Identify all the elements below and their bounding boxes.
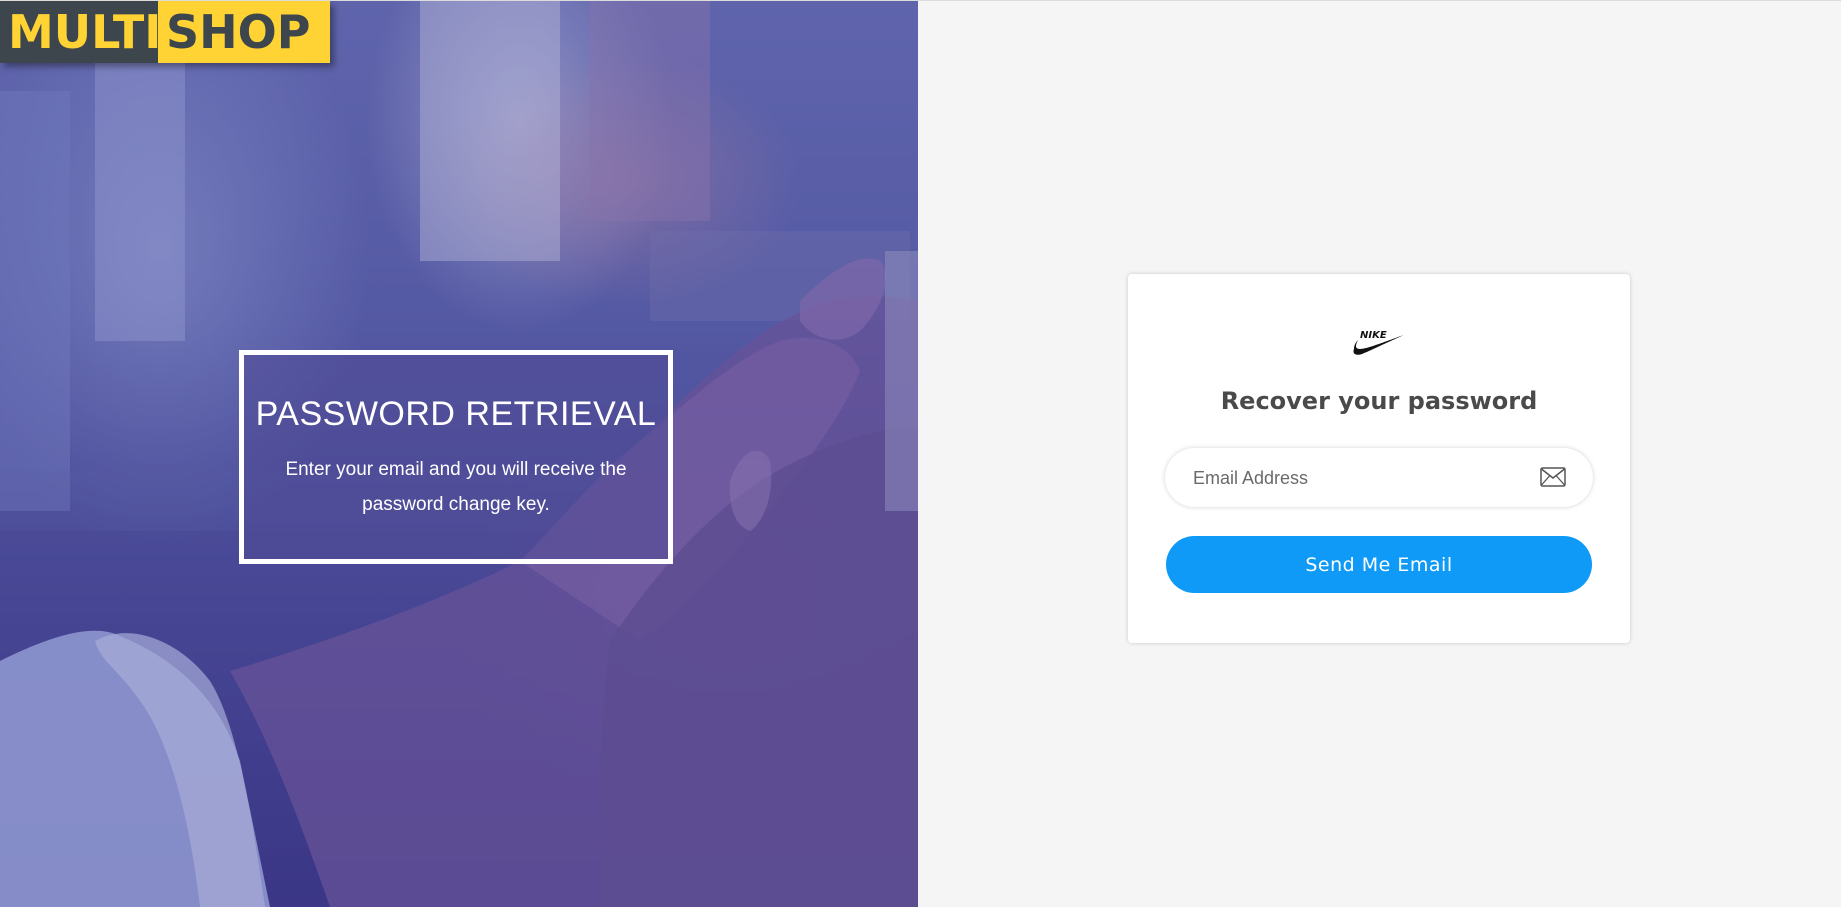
send-email-button[interactable]: Send Me Email [1166,536,1592,593]
hero-description: Enter your email and you will receive th… [285,459,627,515]
email-input[interactable] [1191,448,1525,509]
email-field[interactable] [1165,448,1593,509]
brand-text: NIKE [1360,330,1387,341]
envelope-icon [1540,467,1566,487]
nike-swoosh-icon: NIKE [1353,330,1404,355]
hero-info-box: PASSWORD RETRIEVAL Enter your email and … [239,350,673,564]
hero-title: PASSWORD RETRIEVAL [255,395,657,433]
recover-password-card: NIKE Recover your password Send Me Email [1128,274,1630,643]
hero-panel: MULTI SHOP PASSWORD RETRIEVAL Enter your… [0,1,918,907]
logo[interactable]: MULTI SHOP [0,1,330,63]
password-recovery-page: MULTI SHOP PASSWORD RETRIEVAL Enter your… [0,0,1841,907]
logo-multi-text: MULTI [0,1,161,63]
card-title: Recover your password [1220,387,1538,415]
logo-shop-text: SHOP [158,1,330,63]
